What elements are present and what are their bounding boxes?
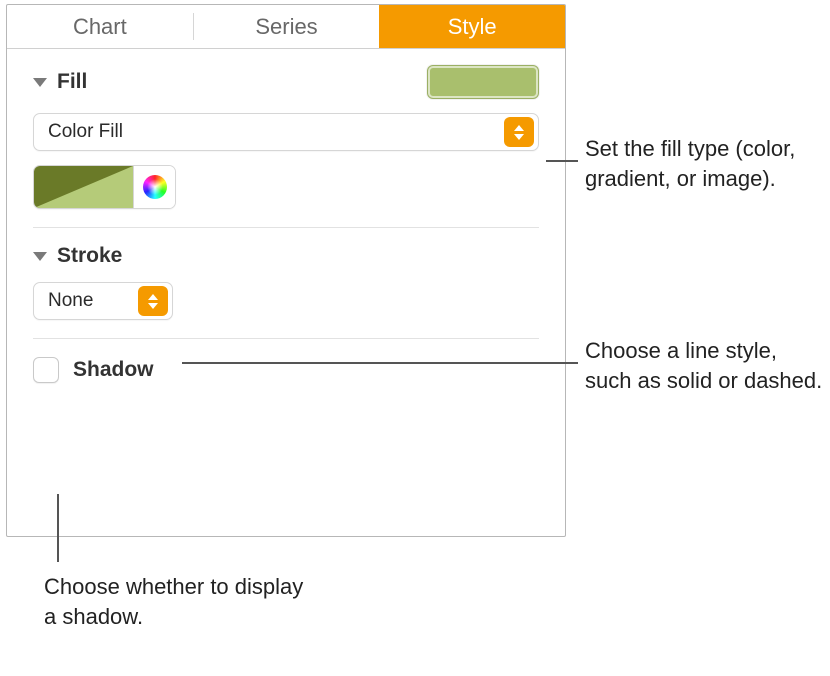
tab-style[interactable]: Style [379, 5, 565, 48]
chevron-down-icon[interactable] [33, 78, 47, 87]
callout-stroke: Choose a line style, such as solid or da… [585, 336, 825, 395]
color-wheel-button[interactable] [133, 166, 175, 208]
shadow-label: Shadow [73, 358, 154, 382]
callout-line [546, 160, 578, 162]
shadow-section: Shadow [7, 339, 565, 401]
updown-arrows-icon [504, 117, 534, 147]
tab-label: Style [448, 14, 497, 40]
fill-section: Fill Color Fill [7, 49, 565, 227]
color-wheel-icon [143, 175, 167, 199]
chevron-down-icon[interactable] [33, 252, 47, 261]
tab-series[interactable]: Series [194, 5, 380, 48]
tab-label: Chart [73, 14, 127, 40]
fill-type-dropdown[interactable]: Color Fill [33, 113, 539, 151]
callout-line [57, 494, 59, 562]
tab-label: Series [255, 14, 317, 40]
dropdown-label: None [34, 290, 138, 312]
inspector-panel: Chart Series Style Fill Color Fill [6, 4, 566, 537]
stroke-title-wrap: Stroke [33, 244, 122, 268]
fill-color-well[interactable] [427, 65, 539, 99]
fill-title-wrap: Fill [33, 70, 87, 94]
stroke-style-dropdown[interactable]: None [33, 282, 173, 320]
shadow-checkbox[interactable] [33, 357, 59, 383]
color-swatch-button[interactable] [34, 166, 133, 208]
stroke-title: Stroke [57, 244, 122, 268]
fill-header: Fill [33, 65, 539, 99]
dropdown-label: Color Fill [34, 121, 504, 143]
fill-title: Fill [57, 70, 87, 94]
tab-bar: Chart Series Style [7, 5, 565, 49]
stroke-header: Stroke [33, 244, 539, 268]
callout-fill: Set the fill type (color, gradient, or i… [585, 134, 815, 193]
tab-chart[interactable]: Chart [7, 5, 193, 48]
stroke-section: Stroke None [7, 228, 565, 338]
callout-line [182, 362, 578, 364]
fill-color-controls [33, 165, 176, 209]
updown-arrows-icon [138, 286, 168, 316]
callout-shadow: Choose whether to display a shadow. [44, 572, 304, 631]
